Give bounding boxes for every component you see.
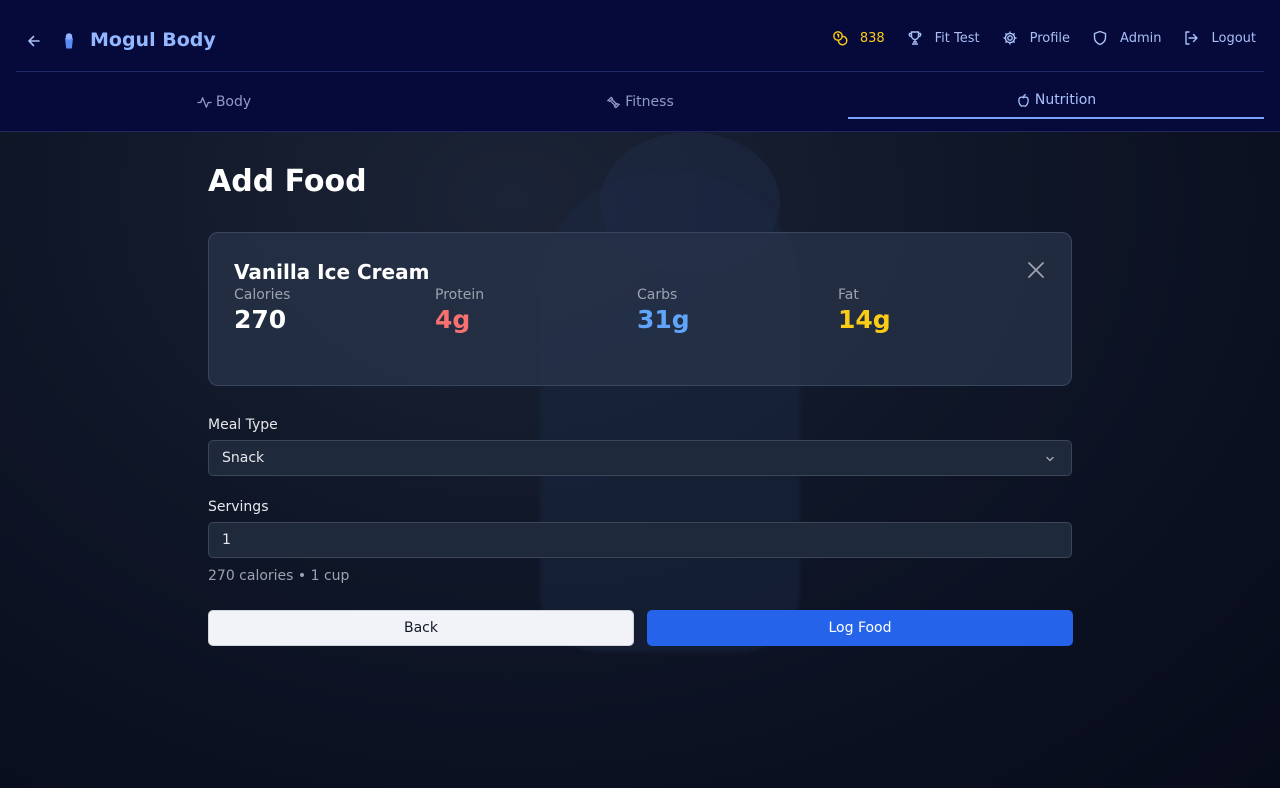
nav-admin[interactable]: Admin [1092, 30, 1161, 46]
dumbbell-icon [607, 96, 621, 108]
macro-carbs: Carbs 31g [637, 287, 690, 334]
tab-nutrition-label: Nutrition [1034, 92, 1097, 108]
macro-calories-label: Calories [234, 287, 291, 303]
coins-icon [832, 31, 848, 46]
tab-body-label: Body [215, 94, 252, 110]
nav-logout[interactable]: Logout [1183, 30, 1256, 46]
page-title: Add Food [208, 164, 367, 199]
trophy-icon [908, 31, 922, 45]
coins-value: 838 [859, 30, 885, 46]
macro-carbs-value: 31g [637, 305, 690, 334]
macro-fat: Fat 14g [838, 287, 891, 334]
meal-type-select[interactable]: Snack [208, 440, 1072, 476]
macro-protein-value: 4g [435, 305, 471, 334]
app-header: Mogul Body 838 Fit Test Profile Admin Lo… [0, 0, 1280, 132]
nav-admin-label: Admin [1120, 30, 1162, 46]
servings-input[interactable]: 1 [208, 522, 1072, 558]
back-button[interactable]: Back [208, 610, 634, 646]
macro-calories: Calories 270 [234, 287, 290, 334]
tab-body[interactable]: Body [16, 73, 432, 131]
food-name: Vanilla Ice Cream [234, 260, 430, 284]
apple-icon [1018, 93, 1029, 107]
brand-name[interactable]: Mogul Body [90, 29, 216, 51]
top-bar: Mogul Body 838 Fit Test Profile Admin Lo… [16, 0, 1264, 72]
servings-value: 1 [222, 532, 231, 548]
logo-cup-icon [65, 33, 73, 49]
tab-fitness-label: Fitness [625, 94, 674, 110]
nav-fit-test-label: Fit Test [934, 30, 980, 46]
section-tabs: Body Fitness Nutrition [16, 73, 1264, 131]
logout-icon [1185, 31, 1199, 45]
close-icon[interactable] [1027, 261, 1045, 279]
tab-nutrition[interactable]: Nutrition [848, 73, 1264, 131]
macro-carbs-label: Carbs [637, 287, 678, 303]
shield-icon [1093, 30, 1107, 46]
nav-profile[interactable]: Profile [1002, 30, 1070, 46]
nav-profile-label: Profile [1029, 30, 1071, 46]
servings-label: Servings [208, 499, 269, 515]
nav-fit-test[interactable]: Fit Test [907, 30, 980, 46]
servings-hint: 270 calories • 1 cup [208, 568, 350, 584]
back-arrow-icon[interactable] [26, 33, 42, 49]
meal-type-value: Snack [222, 450, 265, 466]
top-nav: 838 Fit Test Profile Admin Logout [810, 30, 1256, 46]
chevron-down-icon [1046, 456, 1054, 462]
coins-counter[interactable]: 838 [832, 30, 885, 46]
macro-fat-label: Fat [838, 287, 859, 303]
meal-type-label: Meal Type [208, 417, 278, 433]
nav-logout-label: Logout [1211, 30, 1256, 46]
activity-icon [197, 96, 212, 108]
macro-calories-value: 270 [234, 305, 287, 334]
selected-food-card: Vanilla Ice Cream Calories 270 Protein 4… [208, 232, 1072, 386]
macro-fat-value: 14g [838, 305, 891, 334]
macro-protein: Protein 4g [435, 287, 484, 334]
macro-protein-label: Protein [435, 287, 485, 303]
log-food-button[interactable]: Log Food [647, 610, 1073, 646]
tab-fitness[interactable]: Fitness [432, 73, 848, 131]
gear-icon [1003, 31, 1017, 45]
